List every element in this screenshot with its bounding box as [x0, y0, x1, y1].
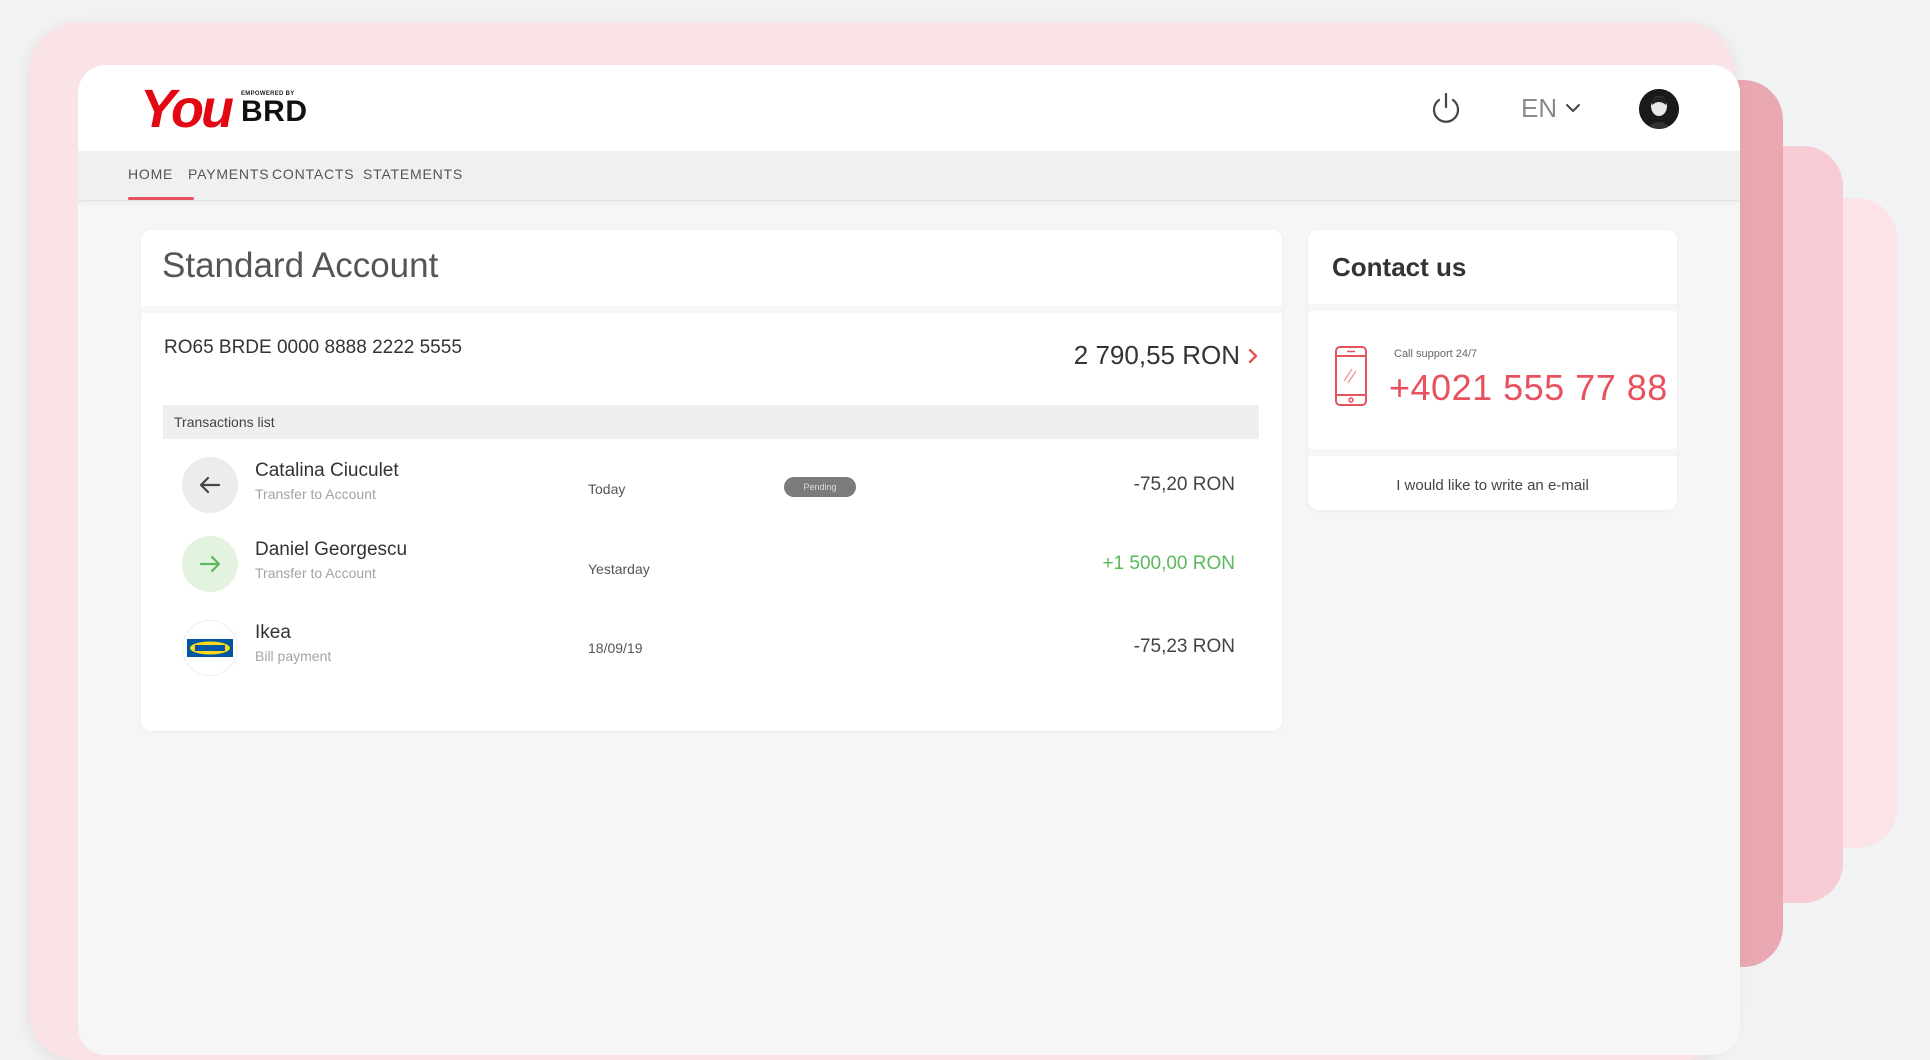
transaction-name: Daniel Georgescu [255, 539, 408, 560]
account-card: Standard Account RO65 BRDE 0000 8888 222… [141, 230, 1282, 731]
you-brd-logo[interactable]: You EMPOWERED BY BRD [140, 79, 307, 139]
logo-brd-block: EMPOWERED BY BRD [241, 91, 308, 127]
transaction-type: Transfer to Account [255, 565, 376, 581]
transactions-header: Transactions list [163, 405, 1259, 439]
contact-card: Contact us Call support 24/7 +4021 555 7… [1308, 230, 1677, 510]
chevron-right-icon [1248, 348, 1258, 363]
transactions-label: Transactions list [174, 414, 275, 430]
table-row[interactable]: Daniel Georgescu Transfer to Account Yes… [141, 530, 1282, 600]
account-balance-link[interactable]: 2 790,55 RON [1074, 340, 1258, 371]
arrow-right-icon [182, 536, 238, 592]
logo-you-text: You [140, 79, 234, 139]
account-iban: RO65 BRDE 0000 8888 2222 5555 [164, 337, 462, 358]
divider [1308, 449, 1677, 456]
table-row[interactable]: Ikea Bill payment 18/09/19 -75,23 RON [141, 613, 1282, 683]
support-label: Call support 24/7 [1394, 348, 1478, 360]
top-bar: You EMPOWERED BY BRD EN [78, 65, 1740, 151]
support-phone-link[interactable]: +4021 555 77 88 [1389, 367, 1668, 409]
account-balance: 2 790,55 RON [1073, 340, 1240, 370]
transaction-amount: -75,23 RON [1133, 636, 1235, 657]
transaction-amount: +1 500,00 RON [1102, 553, 1235, 574]
active-tab-indicator [128, 197, 194, 200]
write-email-link[interactable]: I would like to write an e-mail [1308, 477, 1677, 494]
device-frame: You EMPOWERED BY BRD EN HOME PAYMENTS CO… [29, 22, 1740, 1060]
nav-statements[interactable]: STATEMENTS [363, 166, 463, 182]
language-selector[interactable]: EN [1521, 92, 1581, 124]
divider [1308, 304, 1677, 311]
logo-brand: BRD [240, 95, 308, 128]
main-nav: HOME PAYMENTS CONTACTS STATEMENTS [78, 151, 1740, 201]
transaction-name: Catalina Ciuculet [255, 460, 399, 481]
table-row[interactable]: Catalina Ciuculet Transfer to Account To… [141, 450, 1282, 520]
power-icon[interactable] [1428, 90, 1464, 126]
transaction-date: 18/09/19 [588, 640, 643, 656]
nav-payments[interactable]: PAYMENTS [188, 166, 269, 182]
phone-icon [1334, 345, 1368, 407]
ikea-logo-icon [182, 620, 238, 676]
arrow-left-icon [182, 457, 238, 513]
chevron-down-icon [1566, 104, 1581, 112]
transaction-amount: -75,20 RON [1133, 474, 1235, 495]
avatar[interactable] [1639, 89, 1679, 129]
language-label: EN [1521, 92, 1558, 123]
nav-home[interactable]: HOME [128, 166, 173, 182]
app-screen: You EMPOWERED BY BRD EN HOME PAYMENTS CO… [78, 65, 1740, 1055]
account-title: Standard Account [162, 246, 439, 285]
transaction-date: Today [588, 481, 626, 497]
transaction-name: Ikea [255, 622, 291, 643]
contact-title: Contact us [1332, 252, 1467, 282]
divider [141, 306, 1282, 313]
transaction-type: Transfer to Account [255, 486, 376, 502]
nav-contacts[interactable]: CONTACTS [272, 166, 354, 182]
status-badge: Pending [784, 477, 856, 497]
transaction-date: Yestarday [588, 561, 650, 577]
transaction-type: Bill payment [255, 648, 332, 664]
